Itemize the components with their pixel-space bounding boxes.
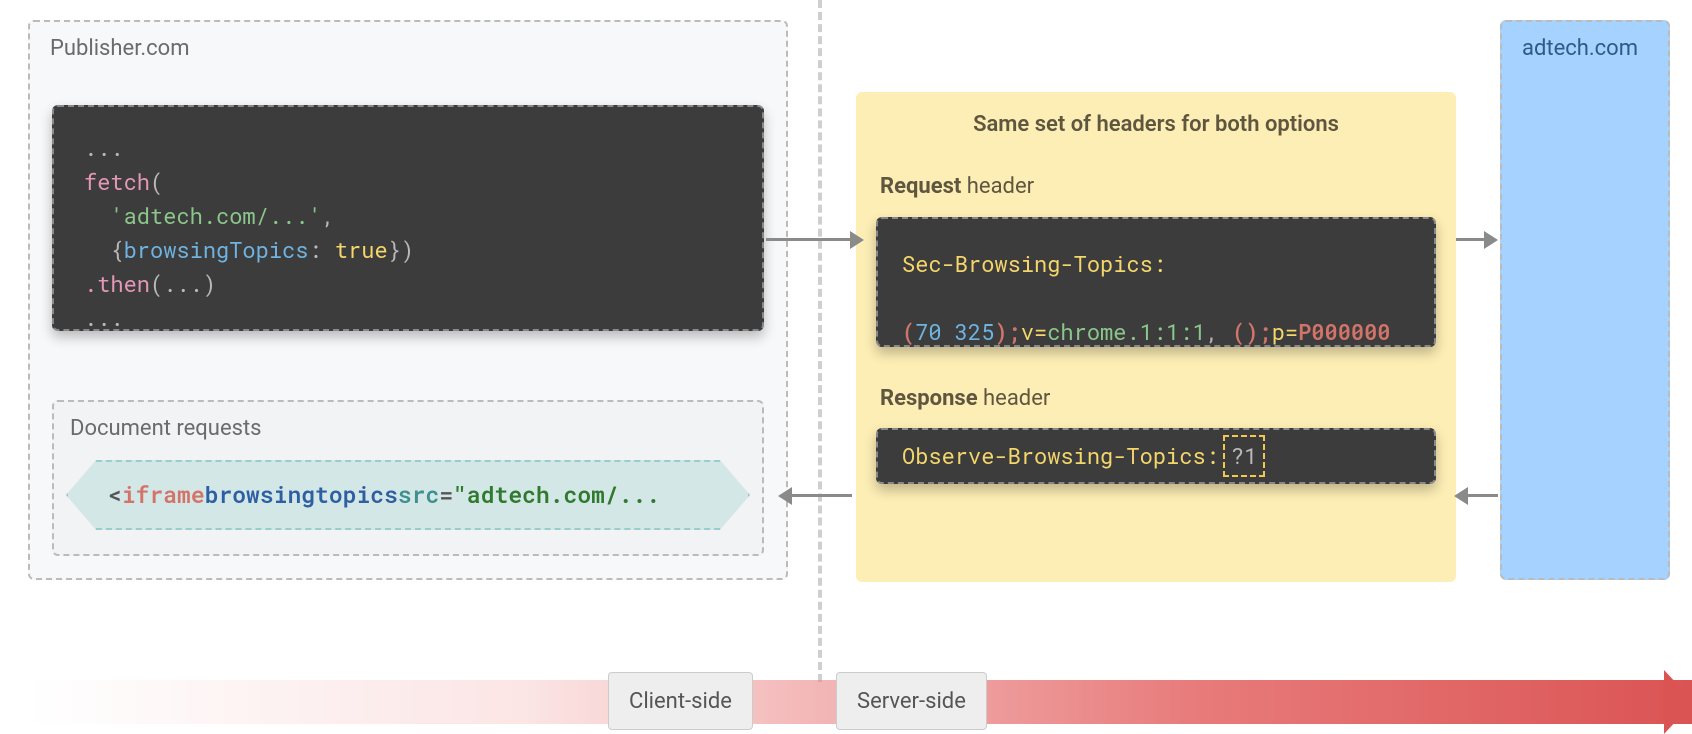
fetch-code-box: ... fetch( 'adtech.com/...', {browsingTo… <box>52 105 764 331</box>
code-dots-2: ... <box>84 303 124 332</box>
iframe-attr-src: src <box>398 480 439 510</box>
v-val: chrome.1:1:1 <box>1047 317 1205 346</box>
p-val: P000000 <box>1298 317 1390 346</box>
client-server-divider <box>818 0 822 682</box>
arrow-fetch-to-headers <box>766 238 852 241</box>
response-header-rest: header <box>978 386 1051 411</box>
opt-val: true <box>335 235 388 264</box>
client-side-label: Client-side <box>608 672 753 730</box>
then-args: (...) <box>150 269 216 298</box>
adtech-label: adtech.com <box>1522 36 1638 61</box>
headers-panel: Same set of headers for both options Req… <box>856 92 1456 582</box>
response-header-bold: Response <box>880 386 978 411</box>
adtech-panel: adtech.com <box>1500 20 1670 580</box>
observe-value: ?1 <box>1223 435 1265 477</box>
document-requests-label: Document requests <box>70 416 262 441</box>
publisher-label: Publisher.com <box>50 36 190 61</box>
fetch-url: 'adtech.com/...' <box>110 201 321 230</box>
request-header-box: Sec-Browsing-Topics: (70 325);v=chrome.1… <box>876 217 1436 347</box>
headers-panel-title: Same set of headers for both options <box>856 112 1456 137</box>
v-key: v= <box>1021 317 1047 346</box>
brace-close: }) <box>388 235 414 264</box>
fetch-comma: , <box>322 201 335 230</box>
diagram-canvas: Publisher.com ... fetch( 'adtech.com/...… <box>0 0 1692 734</box>
iframe-tag: iframe <box>122 480 205 510</box>
arrow-request-to-adtech <box>1456 238 1486 241</box>
brace-open: { <box>110 235 123 264</box>
server-side-label: Server-side <box>836 672 987 730</box>
then-keyword: .then <box>84 269 150 298</box>
paren-2: (); <box>1232 317 1272 346</box>
iframe-lt: < <box>108 480 122 510</box>
topic-325: 325 <box>942 317 995 346</box>
code-dots: ... <box>84 133 124 162</box>
iframe-attr-browsingtopics: browsingtopics <box>205 480 398 510</box>
p-key: p= <box>1272 317 1298 346</box>
paren-open-1: ( <box>902 317 915 346</box>
response-header-label: Response header <box>880 386 1050 411</box>
paren-close-1: ); <box>994 317 1020 346</box>
observe-browsing-topics-header: Observe-Browsing-Topics: <box>902 439 1219 473</box>
iframe-eq: = <box>439 480 453 510</box>
opt-colon: : <box>308 235 334 264</box>
request-header-rest: header <box>961 174 1034 199</box>
response-header-box: Observe-Browsing-Topics: ?1 <box>876 428 1436 484</box>
opt-key: browsingTopics <box>124 235 309 264</box>
request-header-label: Request header <box>880 174 1034 199</box>
topic-70: 70 <box>915 317 941 346</box>
fetch-keyword: fetch <box>84 167 150 196</box>
arrow-response-to-iframe <box>790 494 852 497</box>
value-comma: , <box>1206 317 1232 346</box>
iframe-tag-box: <iframe browsingtopics src="adtech.com/.… <box>66 460 750 530</box>
request-header-bold: Request <box>880 174 961 199</box>
arrow-adtech-to-response <box>1466 494 1498 497</box>
iframe-src-val: "adtech.com/... <box>453 480 660 510</box>
fetch-open: ( <box>150 167 163 196</box>
sec-browsing-topics-header: Sec-Browsing-Topics: <box>902 249 1166 278</box>
